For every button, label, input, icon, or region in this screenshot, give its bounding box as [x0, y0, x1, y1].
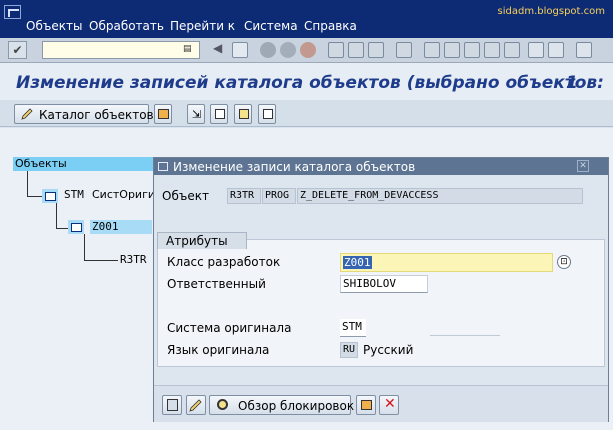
tree-root-objects[interactable]: Объекты — [13, 157, 158, 171]
responsible-input[interactable]: SHIBOLOV — [340, 275, 428, 293]
last-page-icon[interactable] — [464, 42, 480, 58]
tree-connector — [56, 228, 68, 229]
original-language-code: RU — [340, 342, 358, 358]
devclass-value: Z001 — [343, 256, 372, 269]
print-icon[interactable] — [328, 42, 344, 58]
select-all-icon — [239, 109, 249, 119]
deselect-all-icon — [263, 109, 273, 119]
select-cursor-icon: ⇲ — [192, 108, 202, 121]
next-page-icon[interactable] — [444, 42, 460, 58]
attributes-tab: Атрибуты — [157, 232, 247, 249]
object-name-field: Z_DELETE_FROM_DEVACCESS — [297, 188, 583, 204]
object-catalog-button[interactable]: Каталог объектов — [14, 104, 154, 124]
menu-goto[interactable]: Перейти к — [170, 19, 235, 33]
close-icon[interactable]: ✕ — [577, 160, 589, 172]
deselect-all-button[interactable] — [258, 104, 276, 124]
magnifier-icon — [217, 399, 228, 410]
tree-node-z001[interactable]: Z001 — [90, 220, 152, 234]
tree-connector — [27, 196, 42, 197]
object-label: Объект — [162, 189, 209, 203]
command-history-icon[interactable]: ▤ — [183, 44, 192, 54]
back-icon[interactable] — [260, 42, 276, 58]
select-all-button[interactable] — [234, 104, 252, 124]
pencil-icon — [21, 108, 33, 120]
original-language-text: Русский — [363, 343, 414, 357]
object-type-field: PROG — [262, 188, 296, 204]
title-bar: Изменение записей каталога объектов (выб… — [0, 63, 613, 100]
select-block-icon — [215, 109, 225, 119]
lock-overview-label: Обзор блокировок — [238, 399, 355, 413]
menu-system[interactable]: Система — [244, 19, 298, 33]
tree-node-r3tr[interactable]: R3TR — [120, 253, 147, 266]
devclass-input[interactable]: Z001 — [340, 253, 553, 272]
value-help-icon[interactable]: ⊡ — [557, 255, 571, 269]
display-object-button[interactable] — [154, 104, 172, 124]
watermark-text: sidadm.blogspot.com — [497, 6, 605, 17]
original-system-extra-field[interactable] — [430, 335, 500, 336]
tree-connector — [84, 234, 85, 261]
system-toolbar: ✔ ▤ ◀ — [0, 38, 613, 63]
dialog-window-icon — [158, 162, 168, 171]
sap-window-icon[interactable] — [4, 5, 21, 19]
page-title: Изменение записей каталога объектов (выб… — [16, 73, 604, 93]
menu-help[interactable]: Справка — [304, 19, 357, 33]
dialog-title: Изменение записи каталога объектов — [173, 160, 416, 174]
lock-overview-button[interactable]: Обзор блокировок — [209, 395, 355, 415]
selected-count: 1 — [566, 73, 578, 93]
tree-connector — [56, 203, 57, 228]
attributes-tab-label: Атрибуты — [166, 234, 228, 248]
tree-connector — [84, 260, 118, 261]
find-icon[interactable] — [348, 42, 364, 58]
change-catalog-entry-dialog: Изменение записи каталога объектов ✕ Объ… — [153, 157, 609, 422]
select-button[interactable]: ⇲ — [187, 104, 205, 124]
find-next-icon[interactable] — [368, 42, 384, 58]
folder-icon[interactable] — [42, 189, 58, 203]
check-icon: ✔ — [12, 43, 23, 57]
tree-connector — [27, 171, 28, 197]
object-list-icon — [361, 400, 372, 410]
select-block-button[interactable] — [210, 104, 228, 124]
original-system-input[interactable]: STM — [340, 319, 366, 337]
original-system-label: Система оригинала — [167, 321, 292, 335]
help-icon[interactable] — [548, 42, 564, 58]
dialog-titlebar[interactable]: Изменение записи каталога объектов ✕ — [154, 158, 608, 175]
menu-edit[interactable]: Обработать — [89, 19, 164, 33]
edit-button[interactable] — [186, 395, 206, 415]
responsible-label: Ответственный — [167, 277, 266, 291]
cancel-icon[interactable] — [300, 42, 316, 58]
menu-objects[interactable]: Объекты — [26, 19, 82, 33]
object-catalog-label: Каталог объектов — [39, 108, 154, 122]
customize-icon[interactable] — [576, 42, 592, 58]
menu-bar: Объекты Обработать Перейти к Система Спр… — [0, 0, 613, 38]
tree-node-z001-label: Z001 — [92, 220, 119, 233]
tree-node-stm-code[interactable]: STM — [64, 188, 84, 201]
pencil-glasses-icon — [189, 399, 202, 412]
save-icon[interactable] — [232, 42, 248, 58]
first-page-icon[interactable] — [396, 42, 412, 58]
back-arrow-icon[interactable]: ◀ — [213, 41, 229, 57]
command-field[interactable] — [42, 41, 200, 59]
exit-icon[interactable] — [280, 42, 296, 58]
cancel-x-icon: ✕ — [384, 396, 396, 412]
application-toolbar: Каталог объектов ⇲ — [0, 100, 613, 127]
object-list-button[interactable] — [356, 395, 376, 415]
original-language-label: Язык оригинала — [167, 343, 270, 357]
tree-root-label: Объекты — [15, 157, 67, 170]
new-session-icon[interactable] — [484, 42, 500, 58]
shortcut-icon[interactable] — [504, 42, 520, 58]
save-button[interactable] — [162, 395, 182, 415]
folder-icon[interactable] — [68, 220, 84, 234]
cancel-button[interactable]: ✕ — [379, 395, 399, 415]
dialog-footer: Обзор блокировок ✕ — [154, 385, 608, 422]
previous-page-icon[interactable] — [424, 42, 440, 58]
layout-menu-icon[interactable] — [528, 42, 544, 58]
floppy-icon — [167, 399, 178, 411]
object-icon — [158, 109, 169, 119]
object-pgmid-field: R3TR — [227, 188, 261, 204]
enter-button[interactable]: ✔ — [8, 41, 27, 59]
devclass-label: Класс разработок — [167, 255, 281, 269]
